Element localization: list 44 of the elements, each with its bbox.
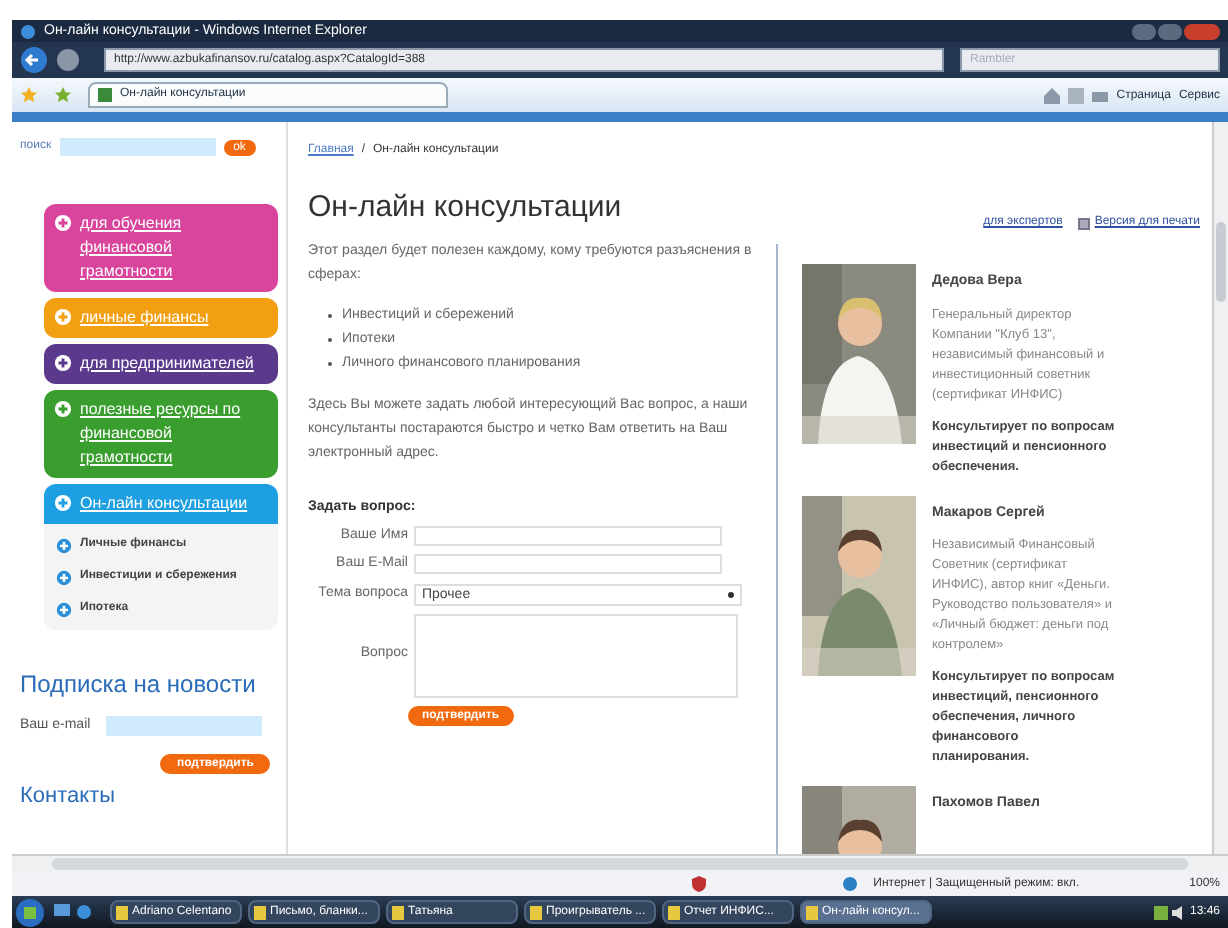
text-field[interactable] [414, 525, 722, 546]
plus-icon [56, 602, 72, 618]
back-icon[interactable] [20, 46, 48, 74]
text-field[interactable] [414, 554, 722, 575]
close-button[interactable] [1184, 23, 1220, 39]
page-icon [98, 88, 112, 102]
plus-icon [54, 494, 72, 512]
desktop-icon[interactable] [54, 904, 70, 920]
minimize-button[interactable] [1132, 23, 1156, 39]
printer-icon[interactable] [1092, 87, 1109, 103]
menu-item[interactable]: для обучения финансовой грамотности [44, 204, 278, 292]
email-field[interactable] [106, 716, 263, 737]
plus-icon [54, 400, 72, 418]
volume-icon[interactable] [1171, 905, 1186, 919]
maximize-button[interactable] [1158, 23, 1182, 39]
window-icon [530, 905, 542, 919]
browser-icon[interactable] [76, 904, 92, 920]
network-icon[interactable] [1153, 905, 1168, 919]
site-search-field[interactable] [59, 138, 216, 156]
start-button[interactable] [12, 897, 48, 927]
home-icon[interactable] [1044, 87, 1061, 103]
window-icon [668, 905, 680, 919]
menu-item[interactable]: для предпринимателей [44, 344, 278, 384]
plus-icon [54, 354, 72, 372]
subscribe-heading: Подписка на новости [20, 668, 258, 702]
browser-icon [20, 23, 36, 39]
plus-icon [56, 538, 72, 554]
plus-icon [54, 308, 72, 326]
window-icon [392, 905, 404, 919]
question-textarea[interactable] [414, 613, 738, 697]
window-icon [806, 905, 818, 919]
forward-icon[interactable] [56, 48, 80, 72]
window-icon [254, 905, 266, 919]
plus-icon [54, 214, 72, 232]
star-icon[interactable] [20, 86, 38, 104]
window-icon [116, 905, 128, 919]
print-icon [1078, 217, 1091, 229]
scrollbar-thumb[interactable] [1216, 222, 1226, 302]
shield-icon [691, 876, 706, 892]
page-heading: Он-лайн консультации [308, 192, 624, 222]
add-favorite-icon[interactable] [54, 86, 72, 104]
plus-icon [56, 570, 72, 586]
contacts-heading[interactable]: Контакты [20, 785, 278, 807]
horizontal-scrollbar-thumb[interactable] [52, 858, 1188, 870]
